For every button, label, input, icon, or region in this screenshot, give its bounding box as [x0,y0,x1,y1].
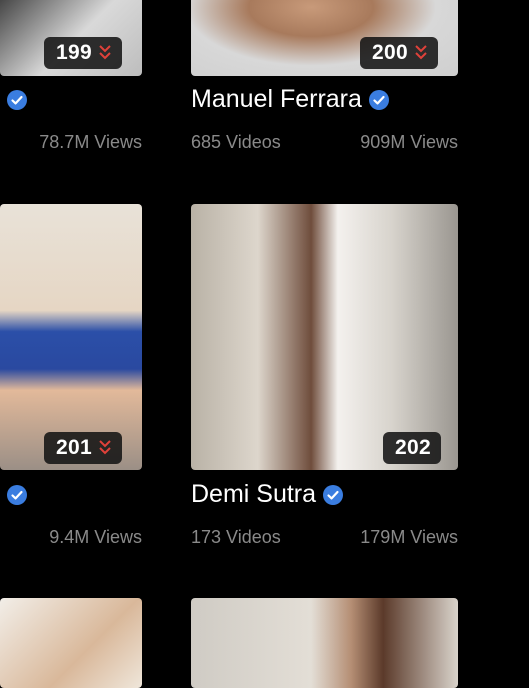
performer-thumbnail[interactable] [0,204,142,470]
verified-check-icon [368,89,390,111]
rank-number: 202 [395,436,431,459]
rank-badge: 201 [44,432,122,464]
double-chevron-down-icon [98,43,112,63]
double-chevron-down-icon [98,438,112,458]
performer-thumbnail[interactable] [191,598,458,688]
rank-badge: 199 [44,37,122,69]
views-count: 909M Views [360,132,458,152]
videos-count: 685 Videos [191,132,281,152]
rank-badge: 200 [360,37,438,69]
performer-thumbnail[interactable] [191,204,458,470]
performer-thumbnail[interactable] [0,598,142,688]
performer-name[interactable]: Manuel Ferrara [191,85,362,114]
verified-check-icon [6,89,28,111]
rank-number: 200 [372,41,408,64]
views-count: 78.7M Views [39,132,142,152]
videos-count: 173 Videos [191,527,281,547]
double-chevron-down-icon [414,43,428,63]
performer-name-row[interactable]: Manuel Ferrara [191,85,390,114]
verified-check-icon [6,484,28,506]
rank-number: 201 [56,436,92,459]
performer-name[interactable]: Demi Sutra [191,480,316,509]
rank-number: 199 [56,41,92,64]
views-count: 179M Views [360,527,458,547]
rank-badge: 202 [383,432,441,464]
views-count: 9.4M Views [49,527,142,547]
verified-check-icon [322,484,344,506]
performer-name-row[interactable]: Demi Sutra [191,480,344,509]
